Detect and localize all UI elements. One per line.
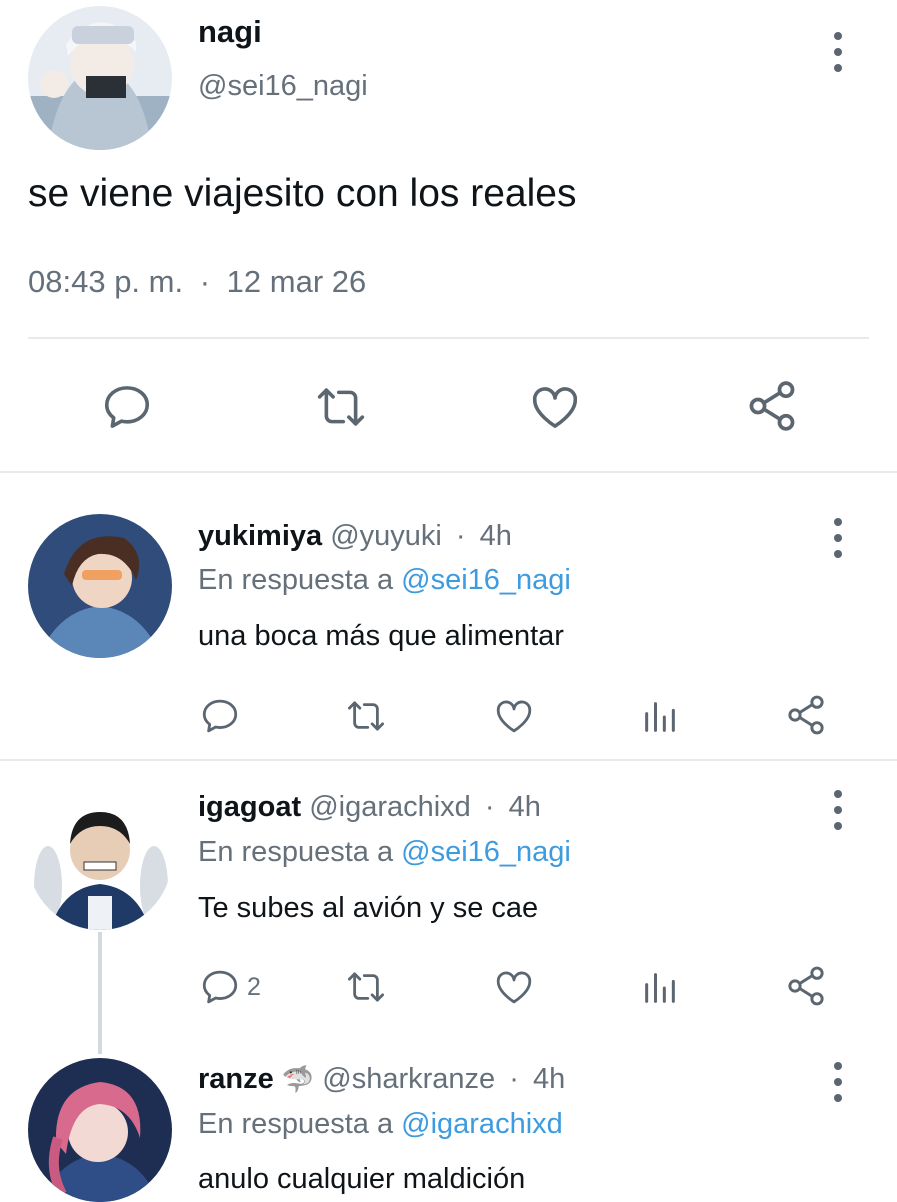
reply-author-name[interactable]: igagoat <box>198 791 301 823</box>
reply-button[interactable]: 2 <box>199 966 261 1008</box>
share-button[interactable] <box>784 693 828 737</box>
in-reply-to-handle[interactable]: @sei16_nagi <box>401 564 571 596</box>
reply-age: 4h <box>479 520 512 552</box>
reply-text: una boca más que alimentar <box>198 620 564 652</box>
reply-separator: · <box>509 1063 519 1095</box>
post-timestamp: 08:43 p. m. · 12 mar 26 <box>28 264 366 300</box>
reply-separator: · <box>455 520 466 552</box>
reply-button[interactable] <box>199 695 247 737</box>
in-reply-to: En respuesta a @sei16_nagi <box>198 836 571 869</box>
shark-emoji-icon: 🦈 <box>281 1064 315 1094</box>
share-icon <box>788 966 824 1006</box>
author-name[interactable]: nagi <box>198 14 262 50</box>
avatar-ranze[interactable] <box>28 1058 172 1202</box>
author-handle[interactable]: @sei16_nagi <box>198 70 368 103</box>
thread-line <box>98 932 102 1054</box>
reply-icon <box>104 386 150 428</box>
reply-author-name[interactable]: ranze <box>198 1063 274 1095</box>
in-reply-to-label: En respuesta a <box>198 564 394 596</box>
reply-age: 4h <box>532 1063 566 1095</box>
reply-age: 4h <box>508 791 541 823</box>
views-icon <box>645 702 675 732</box>
avatar-yukimiya[interactable] <box>28 514 172 658</box>
views-icon <box>645 973 675 1003</box>
post-divider <box>0 471 897 473</box>
share-icon <box>788 695 824 735</box>
post-time: 08:43 p. m. <box>28 264 184 299</box>
like-icon <box>532 387 578 428</box>
share-icon <box>749 381 795 431</box>
retweet-button[interactable] <box>344 695 388 737</box>
like-button[interactable] <box>492 966 536 1008</box>
retweet-button[interactable] <box>313 380 369 434</box>
reply-header: yukimiya @yuyuki · 4h <box>198 520 512 553</box>
in-reply-to: En respuesta a @igarachixd <box>198 1108 563 1141</box>
reply-separator: · <box>484 791 495 823</box>
retweet-button[interactable] <box>344 966 388 1008</box>
reply-divider <box>0 759 897 761</box>
more-options-icon[interactable] <box>826 518 850 558</box>
retweet-icon <box>317 388 365 426</box>
reply-count: 2 <box>247 972 261 1001</box>
reply-icon <box>202 970 238 1004</box>
post-text: se viene viajesito con los reales <box>28 172 577 215</box>
views-button[interactable] <box>640 968 680 1008</box>
in-reply-to-handle[interactable]: @igarachixd <box>401 1108 563 1140</box>
reply-author-name[interactable]: yukimiya <box>198 520 322 552</box>
retweet-icon <box>347 701 385 731</box>
more-options-icon[interactable] <box>826 790 850 830</box>
more-options-icon[interactable] <box>826 1062 850 1102</box>
reply-text: Te subes al avión y se cae <box>198 892 539 924</box>
like-icon <box>496 700 532 733</box>
retweet-icon <box>347 972 385 1002</box>
reply-icon <box>202 699 238 733</box>
reply-button[interactable] <box>100 380 154 434</box>
reply-author-handle[interactable]: @igarachixd <box>309 791 471 823</box>
stats-divider <box>28 337 869 339</box>
like-button[interactable] <box>527 380 583 434</box>
reply-text: anulo cualquier maldición <box>198 1163 526 1195</box>
more-options-icon[interactable] <box>826 32 850 72</box>
reply-author-handle[interactable]: @sharkranze <box>322 1063 495 1095</box>
post-date: 12 mar 26 <box>226 264 367 299</box>
in-reply-to-label: En respuesta a <box>198 1108 394 1140</box>
in-reply-to-handle[interactable]: @sei16_nagi <box>401 836 571 868</box>
share-button[interactable] <box>784 964 828 1008</box>
reply-header: ranze 🦈 @sharkranze · 4h <box>198 1063 565 1096</box>
timestamp-separator: · <box>199 264 211 299</box>
avatar-igagoat[interactable] <box>28 786 172 930</box>
reply-header: igagoat @igarachixd · 4h <box>198 791 541 824</box>
share-button[interactable] <box>744 378 800 434</box>
in-reply-to-label: En respuesta a <box>198 836 394 868</box>
views-button[interactable] <box>640 697 680 737</box>
in-reply-to: En respuesta a @sei16_nagi <box>198 564 571 597</box>
like-icon <box>496 971 532 1004</box>
reply-author-handle[interactable]: @yuyuki <box>330 520 442 552</box>
like-button[interactable] <box>492 695 536 737</box>
avatar-nagi[interactable] <box>28 6 172 150</box>
